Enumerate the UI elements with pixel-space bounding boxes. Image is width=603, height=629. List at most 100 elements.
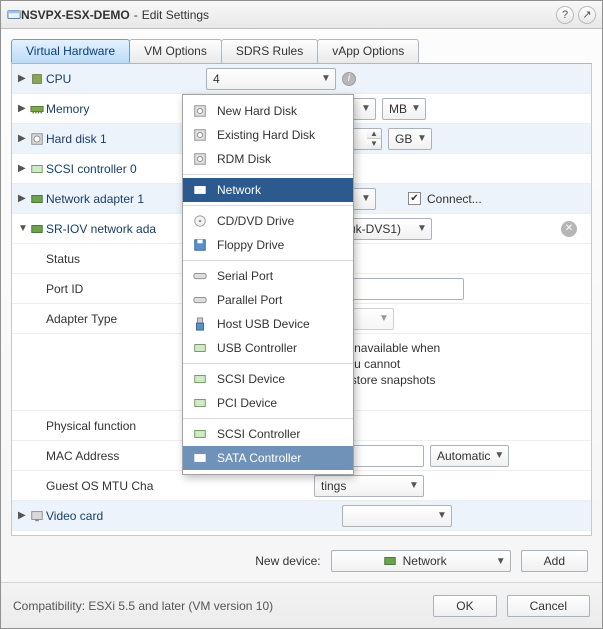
sriov-network-select[interactable]: uk-DVS1)▼: [342, 218, 432, 240]
caret-icon[interactable]: ▶: [18, 133, 28, 144]
chevron-down-icon: ▼: [359, 189, 373, 209]
tab-sdrs-rules[interactable]: SDRS Rules: [221, 39, 318, 63]
menu-separator: [183, 260, 353, 261]
chevron-down-icon: ▼: [494, 551, 508, 571]
spin-down-icon[interactable]: ▼: [367, 139, 381, 149]
mac-label: MAC Address: [18, 449, 178, 463]
connect-label: Connect...: [427, 192, 482, 206]
video-label: Video card: [46, 509, 206, 523]
spin-up-icon[interactable]: ▲: [367, 129, 381, 139]
menu-sata-controller[interactable]: SATA Controller: [183, 446, 353, 470]
menu-scsi-device[interactable]: SCSI Device: [183, 367, 353, 391]
controller-icon: [28, 162, 46, 176]
scsi-device-icon: [193, 372, 209, 386]
edit-settings-dialog: NSVPX-ESX-DEMO - Edit Settings ? ↗ Virtu…: [0, 0, 603, 629]
new-device-label: New device:: [255, 554, 320, 568]
controller-icon: [193, 451, 209, 465]
row-cpu: ▶ CPU 4 ▼ i: [12, 64, 591, 94]
menu-pci-device[interactable]: PCI Device: [183, 391, 353, 415]
memory-unit-label[interactable]: MB▼: [382, 98, 426, 120]
hardware-panel: ▶ CPU 4 ▼ i ▶ Memory ▼: [11, 63, 592, 536]
serial-icon: [193, 269, 209, 283]
tabs: Virtual Hardware VM Options SDRS Rules v…: [1, 29, 602, 63]
connect-checkbox[interactable]: ✔: [408, 192, 421, 205]
caret-icon[interactable]: ▶: [18, 193, 28, 204]
chevron-down-icon: ▼: [435, 506, 449, 526]
caret-icon[interactable]: ▶: [18, 163, 28, 174]
chevron-down-icon: ▼: [407, 476, 421, 496]
usb-icon: [193, 317, 209, 331]
menu-parallel-port[interactable]: Parallel Port: [183, 288, 353, 312]
tab-vapp-options[interactable]: vApp Options: [317, 39, 419, 63]
tab-vm-options[interactable]: VM Options: [129, 39, 222, 63]
title-vm-name: NSVPX-ESX-DEMO: [21, 8, 130, 22]
mtu-select[interactable]: tings▼: [314, 475, 424, 497]
caret-icon[interactable]: ▶: [18, 73, 28, 84]
video-select[interactable]: ▼: [342, 505, 452, 527]
cpu-icon: [28, 72, 46, 86]
footer: Compatibility: ESXi 5.5 and later (VM ve…: [1, 582, 602, 628]
menu-scsi-controller[interactable]: SCSI Controller: [183, 422, 353, 446]
caret-icon[interactable]: ▶: [18, 103, 28, 114]
cpu-select[interactable]: 4 ▼: [206, 68, 336, 90]
new-device-bar: New device: Network ▼ Add: [1, 540, 602, 582]
caret-icon[interactable]: ▶: [18, 510, 28, 521]
new-device-select[interactable]: Network ▼: [331, 550, 511, 572]
network-icon: [193, 183, 209, 197]
harddisk-icon: [28, 132, 46, 146]
memory-icon: [28, 102, 46, 116]
chevron-down-icon: ▼: [492, 446, 506, 466]
cancel-button[interactable]: Cancel: [507, 595, 590, 617]
menu-existing-hard-disk[interactable]: Existing Hard Disk: [183, 123, 353, 147]
network-icon: [383, 554, 397, 568]
menu-network[interactable]: Network: [183, 178, 353, 202]
help-button[interactable]: ?: [556, 6, 574, 24]
harddisk-icon: [193, 152, 209, 166]
compatibility-text: Compatibility: ESXi 5.5 and later (VM ve…: [13, 599, 423, 613]
menu-separator: [183, 205, 353, 206]
hdd-unit-select[interactable]: GB▼: [388, 128, 432, 150]
chevron-down-icon: ▼: [359, 99, 373, 119]
cpu-label: CPU: [46, 72, 206, 86]
menu-separator: [183, 174, 353, 175]
add-button[interactable]: Add: [521, 550, 588, 572]
menu-serial-port[interactable]: Serial Port: [183, 264, 353, 288]
harddisk-icon: [193, 128, 209, 142]
chevron-down-icon: ▼: [377, 309, 391, 329]
menu-new-hard-disk[interactable]: New Hard Disk: [183, 99, 353, 123]
menu-cddvd[interactable]: CD/DVD Drive: [183, 209, 353, 233]
row-vmci: ▶ VMCI device: [12, 531, 591, 536]
menu-floppy[interactable]: Floppy Drive: [183, 233, 353, 257]
info-icon[interactable]: i: [342, 72, 356, 86]
ok-button[interactable]: OK: [433, 595, 496, 617]
chevron-down-icon: ▼: [415, 129, 429, 149]
disc-icon: [193, 214, 209, 228]
titlebar: NSVPX-ESX-DEMO - Edit Settings ? ↗: [1, 1, 602, 29]
chevron-down-icon: ▼: [415, 219, 429, 239]
portid-label: Port ID: [18, 282, 178, 296]
row-video: ▶ Video card ▼: [12, 501, 591, 531]
parallel-icon: [193, 293, 209, 307]
menu-usb-controller[interactable]: USB Controller: [183, 336, 353, 360]
status-label: Status: [18, 252, 178, 266]
mac-mode-select[interactable]: Automatic▼: [430, 445, 509, 467]
expand-button[interactable]: ↗: [578, 6, 596, 24]
vm-icon: [7, 8, 21, 22]
menu-separator: [183, 363, 353, 364]
menu-rdm-disk[interactable]: RDM Disk: [183, 147, 353, 171]
remove-device-button[interactable]: ✕: [561, 221, 577, 237]
floppy-icon: [193, 238, 209, 252]
video-icon: [28, 509, 46, 523]
network-icon: [28, 222, 46, 236]
menu-host-usb[interactable]: Host USB Device: [183, 312, 353, 336]
adapter-type-label: Adapter Type: [18, 312, 178, 326]
chevron-down-icon: ▼: [409, 99, 423, 119]
pci-icon: [193, 396, 209, 410]
caret-down-icon[interactable]: ▼: [18, 223, 28, 234]
harddisk-icon: [193, 104, 209, 118]
usb-controller-icon: [193, 341, 209, 355]
network-icon: [28, 192, 46, 206]
mtu-label: Guest OS MTU Cha: [18, 479, 178, 493]
tab-virtual-hardware[interactable]: Virtual Hardware: [11, 39, 130, 63]
row-sriov-mtu: Guest OS MTU Cha tings▼: [12, 471, 591, 501]
